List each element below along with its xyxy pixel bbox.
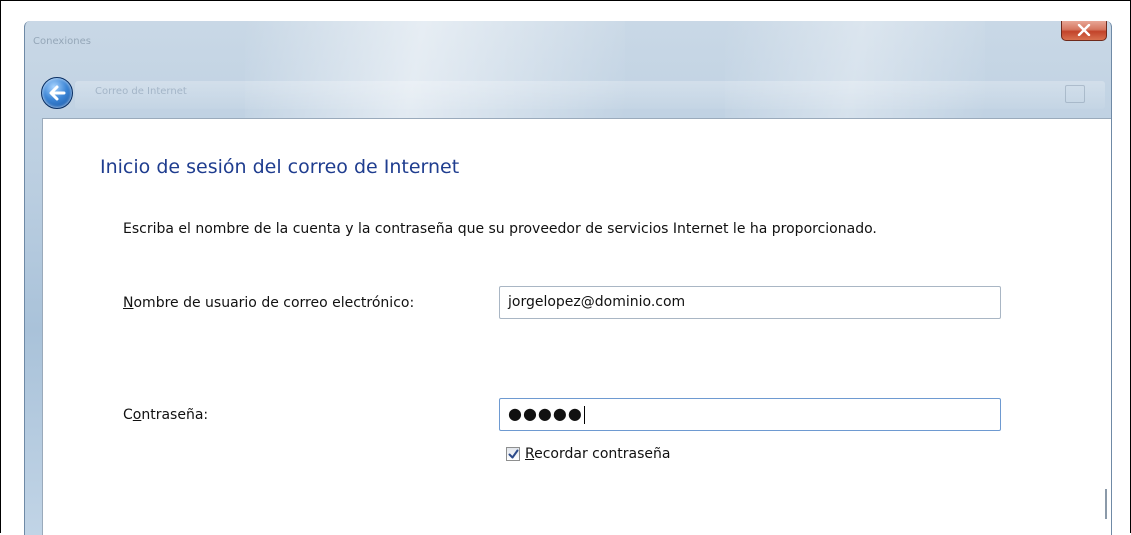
- nav-control: [1065, 85, 1085, 103]
- window-title: Conexiones: [33, 36, 91, 47]
- close-icon: [1077, 24, 1091, 36]
- accelerator-key: N: [123, 295, 134, 311]
- close-button[interactable]: [1061, 21, 1107, 41]
- page-title: Inicio de sesión del correo de Internet: [100, 156, 460, 178]
- field-value: jorgelopez@dominio.com: [508, 294, 686, 310]
- navigation-bar: Correo de Internet: [75, 81, 1105, 109]
- password-field[interactable]: ●●●●●: [499, 398, 1001, 431]
- instructions-text: Escriba el nombre de la cuenta y la cont…: [123, 221, 877, 237]
- back-button[interactable]: [41, 77, 73, 109]
- username-label: Nombre de usuario de correo electrónico:: [123, 295, 414, 311]
- email-username-field[interactable]: jorgelopez@dominio.com: [499, 286, 1001, 319]
- label-text: ecordar contraseña: [534, 446, 671, 462]
- breadcrumb: Correo de Internet: [95, 86, 187, 97]
- dialog-content: Inicio de sesión del correo de Internet …: [42, 118, 1111, 535]
- window-edge-detail: [1105, 489, 1107, 519]
- remember-password-label[interactable]: Recordar contraseña: [525, 446, 671, 462]
- masked-password: ●●●●●: [508, 404, 583, 423]
- text-caret: [583, 405, 585, 424]
- label-text: C: [123, 407, 133, 423]
- checkmark-icon: [508, 449, 519, 459]
- screenshot-frame: Conexiones Correo de Internet Inicio de …: [0, 0, 1131, 535]
- back-arrow-icon: [49, 85, 66, 101]
- accelerator-key: R: [525, 446, 535, 462]
- label-text: ombre de usuario de correo electrónico:: [133, 295, 415, 311]
- remember-password-checkbox[interactable]: [506, 447, 520, 461]
- label-text: ntraseña:: [141, 407, 209, 423]
- dialog-window: Conexiones Correo de Internet Inicio de …: [24, 21, 1112, 535]
- password-label: Contraseña:: [123, 407, 208, 423]
